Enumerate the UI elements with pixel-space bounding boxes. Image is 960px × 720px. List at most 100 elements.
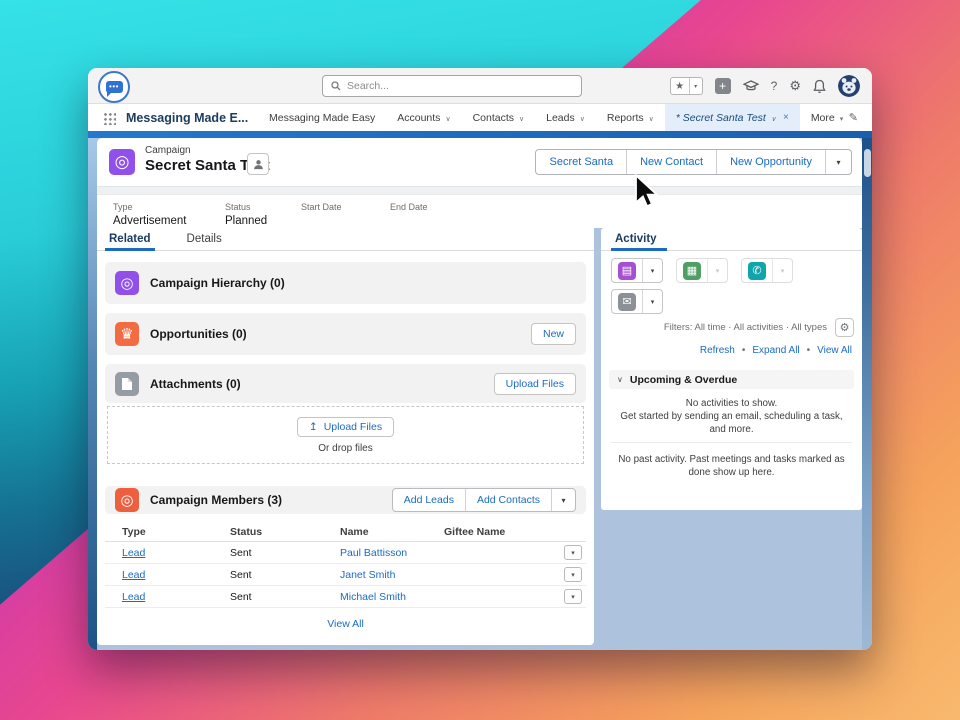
opportunities-card[interactable]: ♛ Opportunities (0) New [105, 313, 586, 355]
column-giftee-name[interactable]: Giftee Name [427, 526, 550, 538]
viewport-frame-top [88, 131, 872, 138]
more-actions-caret-icon[interactable]: ▾ [825, 150, 851, 174]
new-event-button[interactable]: ▦ [677, 259, 707, 282]
app-launcher-icon[interactable] [103, 112, 116, 125]
refresh-link[interactable]: Refresh [700, 345, 735, 356]
upload-icon: ↥ [309, 421, 318, 433]
event-icon: ▦ [683, 262, 701, 280]
member-type-link[interactable]: Lead [105, 569, 213, 581]
opportunities-icon: ♛ [115, 322, 139, 346]
attachments-card[interactable]: Attachments (0) Upload Files [105, 364, 586, 403]
row-actions-caret-icon[interactable]: ▾ [564, 567, 582, 582]
caret-down-icon[interactable]: ▾ [840, 115, 844, 123]
edit-nav-pencil-icon[interactable]: ✎ [849, 111, 858, 124]
field-status: Status Planned [225, 202, 267, 228]
new-contact-button[interactable]: New Contact [626, 150, 716, 174]
filters-gear-icon[interactable]: ⚙ [835, 318, 854, 337]
page-content: ◎ Campaign Secret Santa Test Secret Sant… [97, 138, 862, 650]
campaign-members-title: Campaign Members (3) [150, 493, 282, 507]
member-type-link[interactable]: Lead [105, 591, 213, 603]
column-name[interactable]: Name [323, 526, 427, 538]
chevron-down-icon[interactable]: ∨ [771, 115, 776, 123]
new-opportunity-button[interactable]: New Opportunity [716, 150, 825, 174]
add-contacts-button[interactable]: Add Contacts [465, 489, 551, 511]
row-actions-caret-icon[interactable]: ▾ [564, 589, 582, 604]
add-leads-button[interactable]: Add Leads [393, 489, 465, 511]
column-type[interactable]: Type [105, 526, 213, 538]
new-task-combo: ▤ ▾ [611, 258, 663, 283]
favorites-button[interactable]: ★ ▾ [670, 77, 703, 95]
table-row: Lead Sent Paul Battisson ▾ [105, 542, 586, 564]
table-header-row: Type Status Name Giftee Name [105, 522, 586, 542]
nav-tab-secret-santa-test[interactable]: * Secret Santa Test ∨ × [665, 104, 800, 131]
activity-composer: ▤ ▾ ▦ ▾ ✆ ▾ [611, 258, 852, 320]
chevron-down-icon[interactable]: ∨ [580, 115, 585, 123]
task-icon: ▤ [618, 262, 636, 280]
attachments-title: Attachments (0) [150, 377, 241, 391]
messaging-app-logo: ••• [98, 71, 130, 103]
favorites-caret-icon[interactable]: ▾ [689, 78, 702, 94]
member-name-link[interactable]: Janet Smith [323, 569, 427, 581]
scrollbar-thumb[interactable] [864, 149, 871, 177]
search-input[interactable] [347, 80, 573, 92]
quick-create-icon[interactable]: + [715, 78, 731, 94]
campaign-members-card[interactable]: ◎ Campaign Members (3) Add Leads Add Con… [105, 486, 586, 514]
email-caret-icon[interactable]: ▾ [642, 290, 662, 313]
upload-files-button[interactable]: Upload Files [494, 373, 576, 395]
file-drop-zone[interactable]: ↥ Upload Files Or drop files [107, 406, 584, 464]
entity-label: Campaign [145, 145, 191, 156]
members-more-caret-icon[interactable]: ▾ [551, 489, 575, 511]
star-icon[interactable]: ★ [671, 78, 689, 94]
column-status[interactable]: Status [213, 526, 323, 538]
follow-button[interactable] [247, 153, 269, 175]
new-opportunity-list-button[interactable]: New [531, 323, 576, 345]
email-button[interactable]: ✉ [612, 290, 642, 313]
expand-all-link[interactable]: Expand All [752, 345, 799, 356]
help-icon[interactable]: ? [771, 79, 778, 93]
tab-activity[interactable]: Activity [615, 228, 657, 250]
global-search[interactable] [322, 75, 582, 97]
browser-window: ••• ★ ▾ + ? ⚙ [88, 68, 872, 650]
member-status: Sent [213, 569, 323, 581]
secret-santa-button[interactable]: Secret Santa [536, 150, 626, 174]
upcoming-overdue-section[interactable]: ∨ Upcoming & Overdue [609, 370, 854, 389]
nav-tab-leads[interactable]: Leads∨ [535, 104, 596, 131]
task-caret-icon[interactable]: ▾ [642, 259, 662, 282]
chevron-down-icon[interactable]: ∨ [445, 115, 450, 123]
new-task-button[interactable]: ▤ [612, 259, 642, 282]
log-call-combo: ✆ ▾ [741, 258, 793, 283]
activity-view-all-link[interactable]: View All [817, 345, 852, 356]
upload-files-drop-button[interactable]: ↥ Upload Files [297, 417, 394, 437]
log-call-button[interactable]: ✆ [742, 259, 772, 282]
chevron-down-icon[interactable]: ∨ [649, 115, 654, 123]
section-chevron-icon[interactable]: ∨ [617, 375, 623, 384]
notifications-bell-icon[interactable] [813, 79, 826, 94]
table-row: Lead Sent Janet Smith ▾ [105, 564, 586, 586]
member-name-link[interactable]: Michael Smith [323, 591, 427, 603]
highlight-fields: Type Advertisement Status Planned Start … [97, 195, 862, 228]
chevron-down-icon[interactable]: ∨ [519, 115, 524, 123]
nav-tab-messaging-made-easy[interactable]: Messaging Made Easy [258, 104, 386, 131]
tab-related[interactable]: Related [109, 228, 151, 250]
member-type-link[interactable]: Lead [105, 547, 213, 559]
nav-tab-contacts[interactable]: Contacts∨ [462, 104, 536, 131]
campaign-hierarchy-title: Campaign Hierarchy (0) [150, 276, 285, 290]
member-name-link[interactable]: Paul Battisson [323, 547, 427, 559]
activity-panel: Activity ▤ ▾ ▦ ▾ [601, 228, 862, 510]
nav-tab-reports[interactable]: Reports∨ [596, 104, 665, 131]
close-tab-icon[interactable]: × [783, 112, 789, 123]
app-name[interactable]: Messaging Made E... [126, 111, 248, 125]
nav-tab-more[interactable]: More▾ [800, 104, 854, 131]
phone-icon: ✆ [748, 262, 766, 280]
record-header: ◎ Campaign Secret Santa Test Secret Sant… [97, 138, 862, 228]
nav-tab-accounts[interactable]: Accounts∨ [386, 104, 461, 131]
record-action-group: Secret Santa New Contact New Opportunity… [535, 149, 852, 175]
row-actions-caret-icon[interactable]: ▾ [564, 545, 582, 560]
file-icon [121, 377, 133, 391]
members-view-all-link[interactable]: View All [105, 612, 586, 636]
user-avatar[interactable] [838, 75, 860, 97]
person-icon [253, 159, 264, 170]
campaign-hierarchy-card[interactable]: ◎ Campaign Hierarchy (0) [105, 262, 586, 304]
tab-details[interactable]: Details [187, 228, 222, 250]
guidance-center-icon[interactable] [743, 80, 759, 92]
